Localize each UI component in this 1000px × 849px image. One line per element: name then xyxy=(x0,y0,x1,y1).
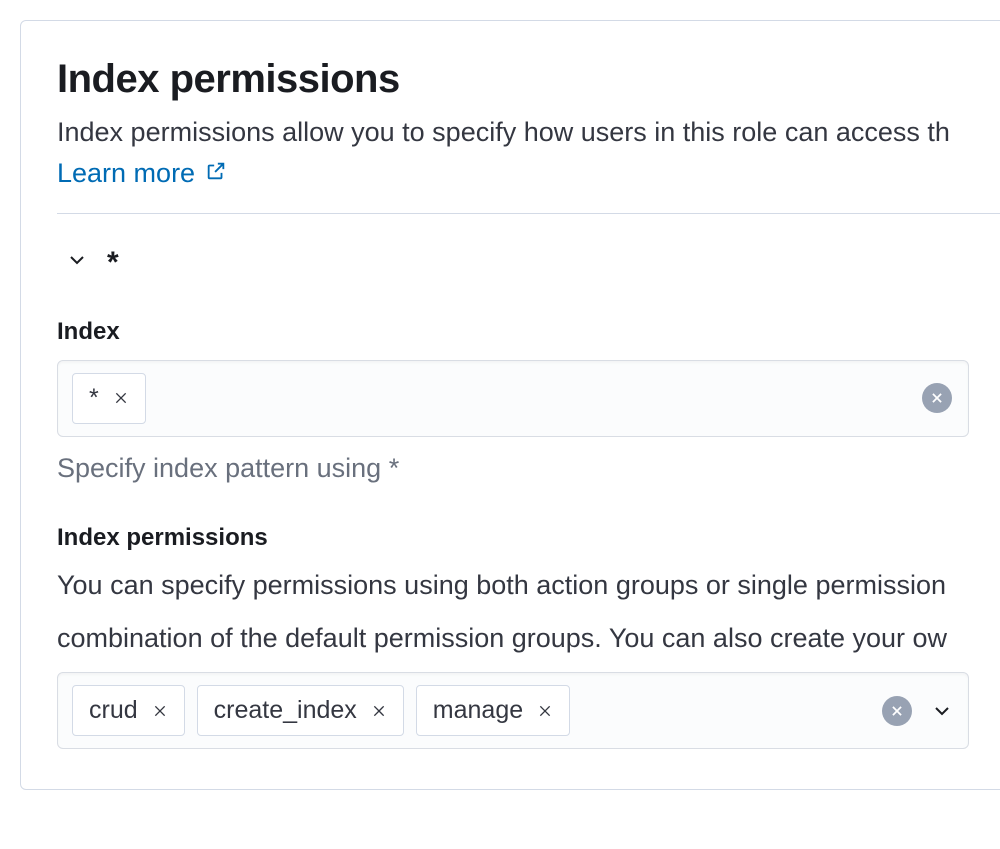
permissions-description-line2: combination of the default permission gr… xyxy=(57,619,1000,658)
permissions-combo-box[interactable]: crud create_index manage xyxy=(57,672,969,749)
permission-pill-label: create_index xyxy=(214,696,357,725)
external-link-icon xyxy=(205,158,227,189)
remove-pill-button[interactable] xyxy=(371,703,387,719)
permission-pill-label: manage xyxy=(433,696,523,725)
accordion-label: * xyxy=(107,246,119,280)
chevron-down-icon xyxy=(65,248,89,277)
index-field-block: Index * Specify index pattern using * xyxy=(57,318,1000,484)
index-help-text: Specify index pattern using * xyxy=(57,453,1000,484)
permissions-dropdown-toggle[interactable] xyxy=(930,699,954,723)
learn-more-label: Learn more xyxy=(57,158,195,189)
index-pill: * xyxy=(72,373,146,424)
index-permissions-panel: Index permissions Index permissions allo… xyxy=(20,20,1000,790)
learn-more-row: Learn more xyxy=(57,158,1000,189)
section-title: Index permissions xyxy=(57,57,1000,102)
permissions-field-block: Index permissions You can specify permis… xyxy=(57,524,1000,749)
permissions-description-line1: You can specify permissions using both a… xyxy=(57,566,1000,605)
permission-pill-label: crud xyxy=(89,696,138,725)
accordion-toggle[interactable]: * xyxy=(57,246,1000,280)
permission-pill: crud xyxy=(72,685,185,736)
remove-pill-button[interactable] xyxy=(537,703,553,719)
clear-index-button[interactable] xyxy=(922,383,952,413)
index-combo-box[interactable]: * xyxy=(57,360,969,437)
permissions-field-label: Index permissions xyxy=(57,524,1000,552)
section-description: Index permissions allow you to specify h… xyxy=(57,114,1000,152)
remove-pill-button[interactable] xyxy=(152,703,168,719)
index-field-label: Index xyxy=(57,318,1000,346)
remove-pill-button[interactable] xyxy=(113,390,129,406)
permission-pill: create_index xyxy=(197,685,404,736)
divider xyxy=(57,213,1000,214)
index-pill-label: * xyxy=(89,384,99,413)
learn-more-link[interactable]: Learn more xyxy=(57,158,227,189)
permission-pill: manage xyxy=(416,685,570,736)
clear-permissions-button[interactable] xyxy=(882,696,912,726)
